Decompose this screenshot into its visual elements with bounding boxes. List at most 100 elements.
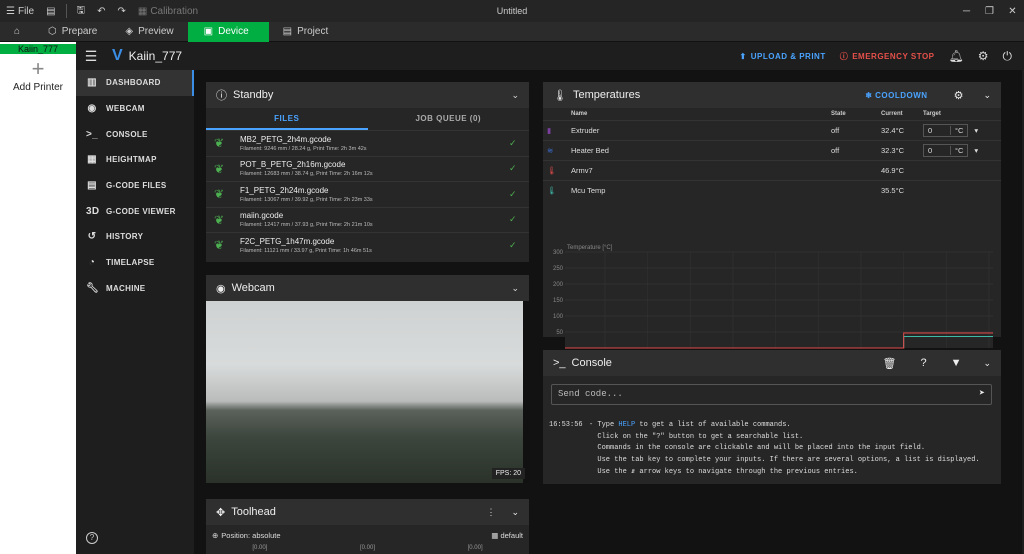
y-tick-label: 250 [553, 266, 564, 272]
save-icon[interactable]: 🖫 [71, 0, 92, 22]
sensor-current: 35.5°C [877, 180, 919, 201]
bell-icon[interactable]: 🔔︎ [949, 49, 964, 63]
tab-preview[interactable]: ◈ Preview [111, 22, 187, 42]
chevron-down-icon[interactable]: ⌄ [511, 90, 519, 101]
chevron-down-icon[interactable]: ⌄ [983, 358, 991, 369]
sidebar-item-webcam[interactable]: ◉ WEBCAM [76, 96, 194, 122]
heater-name[interactable]: Extruder [567, 120, 827, 141]
coord-x: [0.00] [252, 545, 268, 551]
power-icon[interactable]: ⏻ [1003, 49, 1013, 64]
sidebar-item-console[interactable]: >_ CONSOLE [76, 121, 194, 147]
redo-icon[interactable]: ↷ [111, 0, 131, 22]
minimize-icon[interactable]: ─ [955, 0, 978, 22]
more-vert-icon[interactable]: ⋮ [486, 507, 495, 518]
sidebar-item-gcode-files[interactable]: ▤ G-CODE FILES [76, 173, 194, 199]
heater-name[interactable]: Heater Bed [567, 140, 827, 161]
sensor-name[interactable]: Mcu Temp [567, 180, 827, 201]
chevron-down-icon[interactable]: ⌄ [983, 90, 991, 101]
printer-tab[interactable]: Kaiin_777 [0, 44, 76, 54]
sidebar-item-label: MACHINE [106, 283, 146, 293]
job-meta: Filament: 12683 mm / 38.74 g, Print Time… [240, 171, 373, 178]
dashboard-menu-icon[interactable]: ▤ [40, 0, 61, 22]
tab-job-queue[interactable]: JOB QUEUE (0) [368, 108, 530, 130]
check-circle-icon: ✓ [509, 163, 517, 174]
tab-project[interactable]: ▤ Project [269, 22, 343, 42]
sidebar-item-machine[interactable]: 🔧︎ MACHINE [76, 276, 194, 302]
file-menu[interactable]: ☰ File [0, 0, 40, 22]
trash-icon[interactable]: 🗑︎ [882, 357, 896, 370]
sensor-name[interactable]: Armv7 [567, 160, 827, 181]
thermometer-icon: 🌡︎ [543, 160, 567, 181]
target-input[interactable]: 0 °C [923, 144, 969, 157]
heater-state: off [827, 120, 877, 141]
list-item[interactable]: ❦ F2C_PETG_1h47m.gcode Filament: 11121 mm … [206, 232, 529, 258]
calibration-icon: ▦ [137, 5, 148, 17]
log-line: Click on the "?" button to get a searcha… [549, 432, 999, 444]
sensor-current: 46.9°C [877, 160, 919, 181]
main-tabbar: ⌂ ⬡ Prepare ◈ Preview ▣ Device ▤ Project [0, 21, 1024, 42]
add-printer-button[interactable]: + Add Printer [0, 58, 76, 94]
sidebar-item-label: G-CODE FILES [106, 181, 167, 191]
log-text-part: to get a list of available commands. [635, 421, 791, 429]
undo-icon[interactable]: ↶ [91, 0, 111, 22]
sidebar-item-label: WEBCAM [106, 104, 145, 114]
target-value[interactable]: 0 [924, 146, 950, 155]
send-icon[interactable]: ➤ [979, 388, 985, 400]
project-icon: ▤ [282, 26, 293, 37]
caret-down-icon[interactable]: ▾ [974, 146, 978, 155]
printer-list-panel: Kaiin_777 + Add Printer [0, 42, 76, 554]
sidebar-item-gcode-viewer[interactable]: 3D G-CODE VIEWER [76, 198, 194, 224]
list-item[interactable]: ❦ MB2_PETG_2h4m.gcode Filament: 9246 mm / … [206, 130, 529, 156]
sidebar-item-dashboard[interactable]: ▥ DASHBOARD [76, 70, 194, 96]
move-icon: ✥ [216, 506, 226, 519]
chevron-down-icon[interactable]: ⌄ [511, 283, 519, 294]
sensor-state [827, 160, 877, 181]
cooldown-button[interactable]: ❄ COOLDOWN [865, 91, 927, 100]
maximize-icon[interactable]: ❐ [978, 0, 1001, 22]
tab-prepare[interactable]: ⬡ Prepare [34, 22, 111, 42]
help-icon[interactable]: ? [920, 357, 926, 369]
tab-device[interactable]: ▣ Device [187, 21, 269, 42]
log-text[interactable]: - Type HELP to get a list of available c… [589, 420, 791, 432]
close-icon[interactable]: ✕ [1001, 0, 1024, 22]
calibration-button[interactable]: ▦ Calibration [132, 0, 204, 22]
settings-icon[interactable]: ⚙ [954, 89, 964, 102]
check-circle-icon: ✓ [509, 214, 517, 225]
upload-print-button[interactable]: ⬆ UPLOAD & PRINT [740, 52, 826, 61]
settings-icon[interactable]: ⚙ [978, 49, 989, 63]
help-icon[interactable]: ? [86, 532, 98, 544]
heater-current: 32.4°C [877, 120, 919, 141]
sidebar-item-heightmap[interactable]: ▦ HEIGHTMAP [76, 147, 194, 173]
table-row: ▮ Extruder off 32.4°C 0 °C ▾ [543, 120, 1001, 141]
help-command-link[interactable]: HELP [618, 421, 635, 429]
webcam-card: ◉ Webcam ⌄ FPS: 20 [206, 275, 529, 483]
emergency-stop-button[interactable]: ⓘ EMERGENCY STOP [840, 51, 935, 62]
caret-down-icon[interactable]: ▾ [974, 126, 978, 135]
console-header: >_ Console 🗑︎ ? ▼ ⌄ [543, 350, 1001, 376]
standby-header: ⓘ Standby ⌄ [206, 82, 529, 108]
tab-files[interactable]: FILES [206, 108, 368, 130]
log-time-empty [549, 443, 589, 455]
heater-bed-icon: ≋ [543, 140, 567, 161]
file-label: File [17, 5, 35, 17]
home-icon[interactable]: ⌂ [0, 22, 34, 42]
filter-icon[interactable]: ▼ [951, 357, 962, 369]
job-name: F1_PETG_2h24m.gcode [240, 185, 329, 195]
grid-icon: ▦ [87, 154, 97, 166]
target-value[interactable]: 0 [924, 126, 950, 135]
sidebar-item-timelapse[interactable]: ◔ TIMELAPSE [76, 250, 194, 276]
log-text: Commands in the console are clickable an… [589, 444, 926, 453]
job-name: maiin.gcode [240, 211, 284, 221]
table-row: 🌡︎ Armv7 46.9°C [543, 160, 1001, 181]
hamburger-icon[interactable]: ☰ [76, 48, 106, 65]
sidebar-item-history[interactable]: ↺ HISTORY [76, 224, 194, 250]
target-input[interactable]: 0 °C [923, 124, 969, 137]
list-item[interactable]: ❦ F1_PETG_2h24m.gcode Filament: 13067 mm /… [206, 181, 529, 207]
profile-selector[interactable]: ▦ default [491, 531, 523, 540]
list-item[interactable]: ❦ POT_B_PETG_2h16m.gcode Filament: 12683 m… [206, 155, 529, 182]
tab-prepare-label: Prepare [61, 26, 98, 37]
chevron-down-icon[interactable]: ⌄ [511, 507, 519, 518]
list-item[interactable]: ❦ maiin.gcode Filament: 12417 mm / 37.93 g… [206, 206, 529, 233]
y-tick-label: 150 [553, 298, 564, 304]
console-input[interactable]: Send code... ➤ [551, 384, 992, 405]
